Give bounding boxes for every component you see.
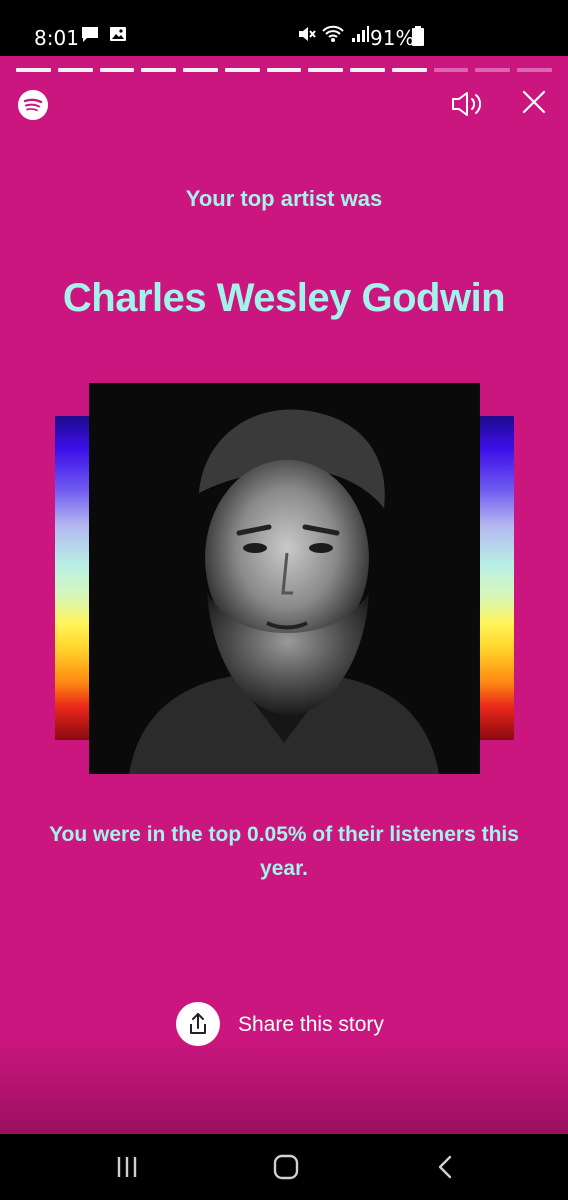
signal-icon <box>352 26 369 42</box>
status-time: 8:01 <box>34 26 79 50</box>
progress-segment <box>433 68 469 72</box>
spotify-logo-icon <box>18 90 48 120</box>
progress-segment <box>183 68 218 72</box>
wifi-icon <box>322 25 344 42</box>
close-icon[interactable] <box>520 88 548 116</box>
progress-segment <box>266 68 302 72</box>
progress-segment <box>475 68 511 72</box>
recent-apps-icon[interactable] <box>114 1154 140 1180</box>
home-icon[interactable] <box>272 1154 300 1180</box>
speaker-icon[interactable] <box>450 89 486 119</box>
chat-bubble-icon <box>82 27 98 42</box>
progress-segment <box>391 68 427 72</box>
navigation-bar <box>0 1134 568 1200</box>
story-progress <box>16 68 552 72</box>
share-label[interactable]: Share this story <box>238 1013 384 1037</box>
progress-segment <box>16 68 51 72</box>
image-icon <box>110 27 126 41</box>
progress-segment <box>224 68 260 72</box>
progress-segment <box>308 68 344 72</box>
story-card[interactable]: Your top artist was Charles Wesley Godwi… <box>0 56 568 1134</box>
progress-segment <box>57 68 93 72</box>
progress-segment <box>141 68 177 72</box>
share-bar <box>0 1036 568 1134</box>
back-icon[interactable] <box>434 1154 458 1180</box>
battery-percent: 91% <box>370 26 415 50</box>
lead-text: Your top artist was <box>185 186 383 211</box>
mute-icon <box>299 27 316 41</box>
share-button[interactable] <box>176 1002 220 1046</box>
progress-segment <box>517 68 552 72</box>
status-bar: 8:01 91% <box>0 0 568 56</box>
progress-segment <box>99 68 135 72</box>
gradient-bar-right <box>480 416 514 740</box>
share-icon <box>190 1013 206 1034</box>
artist-photo <box>89 383 480 774</box>
stat-text: You were in the top 0.05% of their liste… <box>49 823 519 880</box>
artist-name: Charles Wesley Godwin <box>62 276 506 320</box>
battery-icon <box>412 26 424 46</box>
gradient-bar-left <box>55 416 89 740</box>
progress-segment <box>350 68 385 72</box>
